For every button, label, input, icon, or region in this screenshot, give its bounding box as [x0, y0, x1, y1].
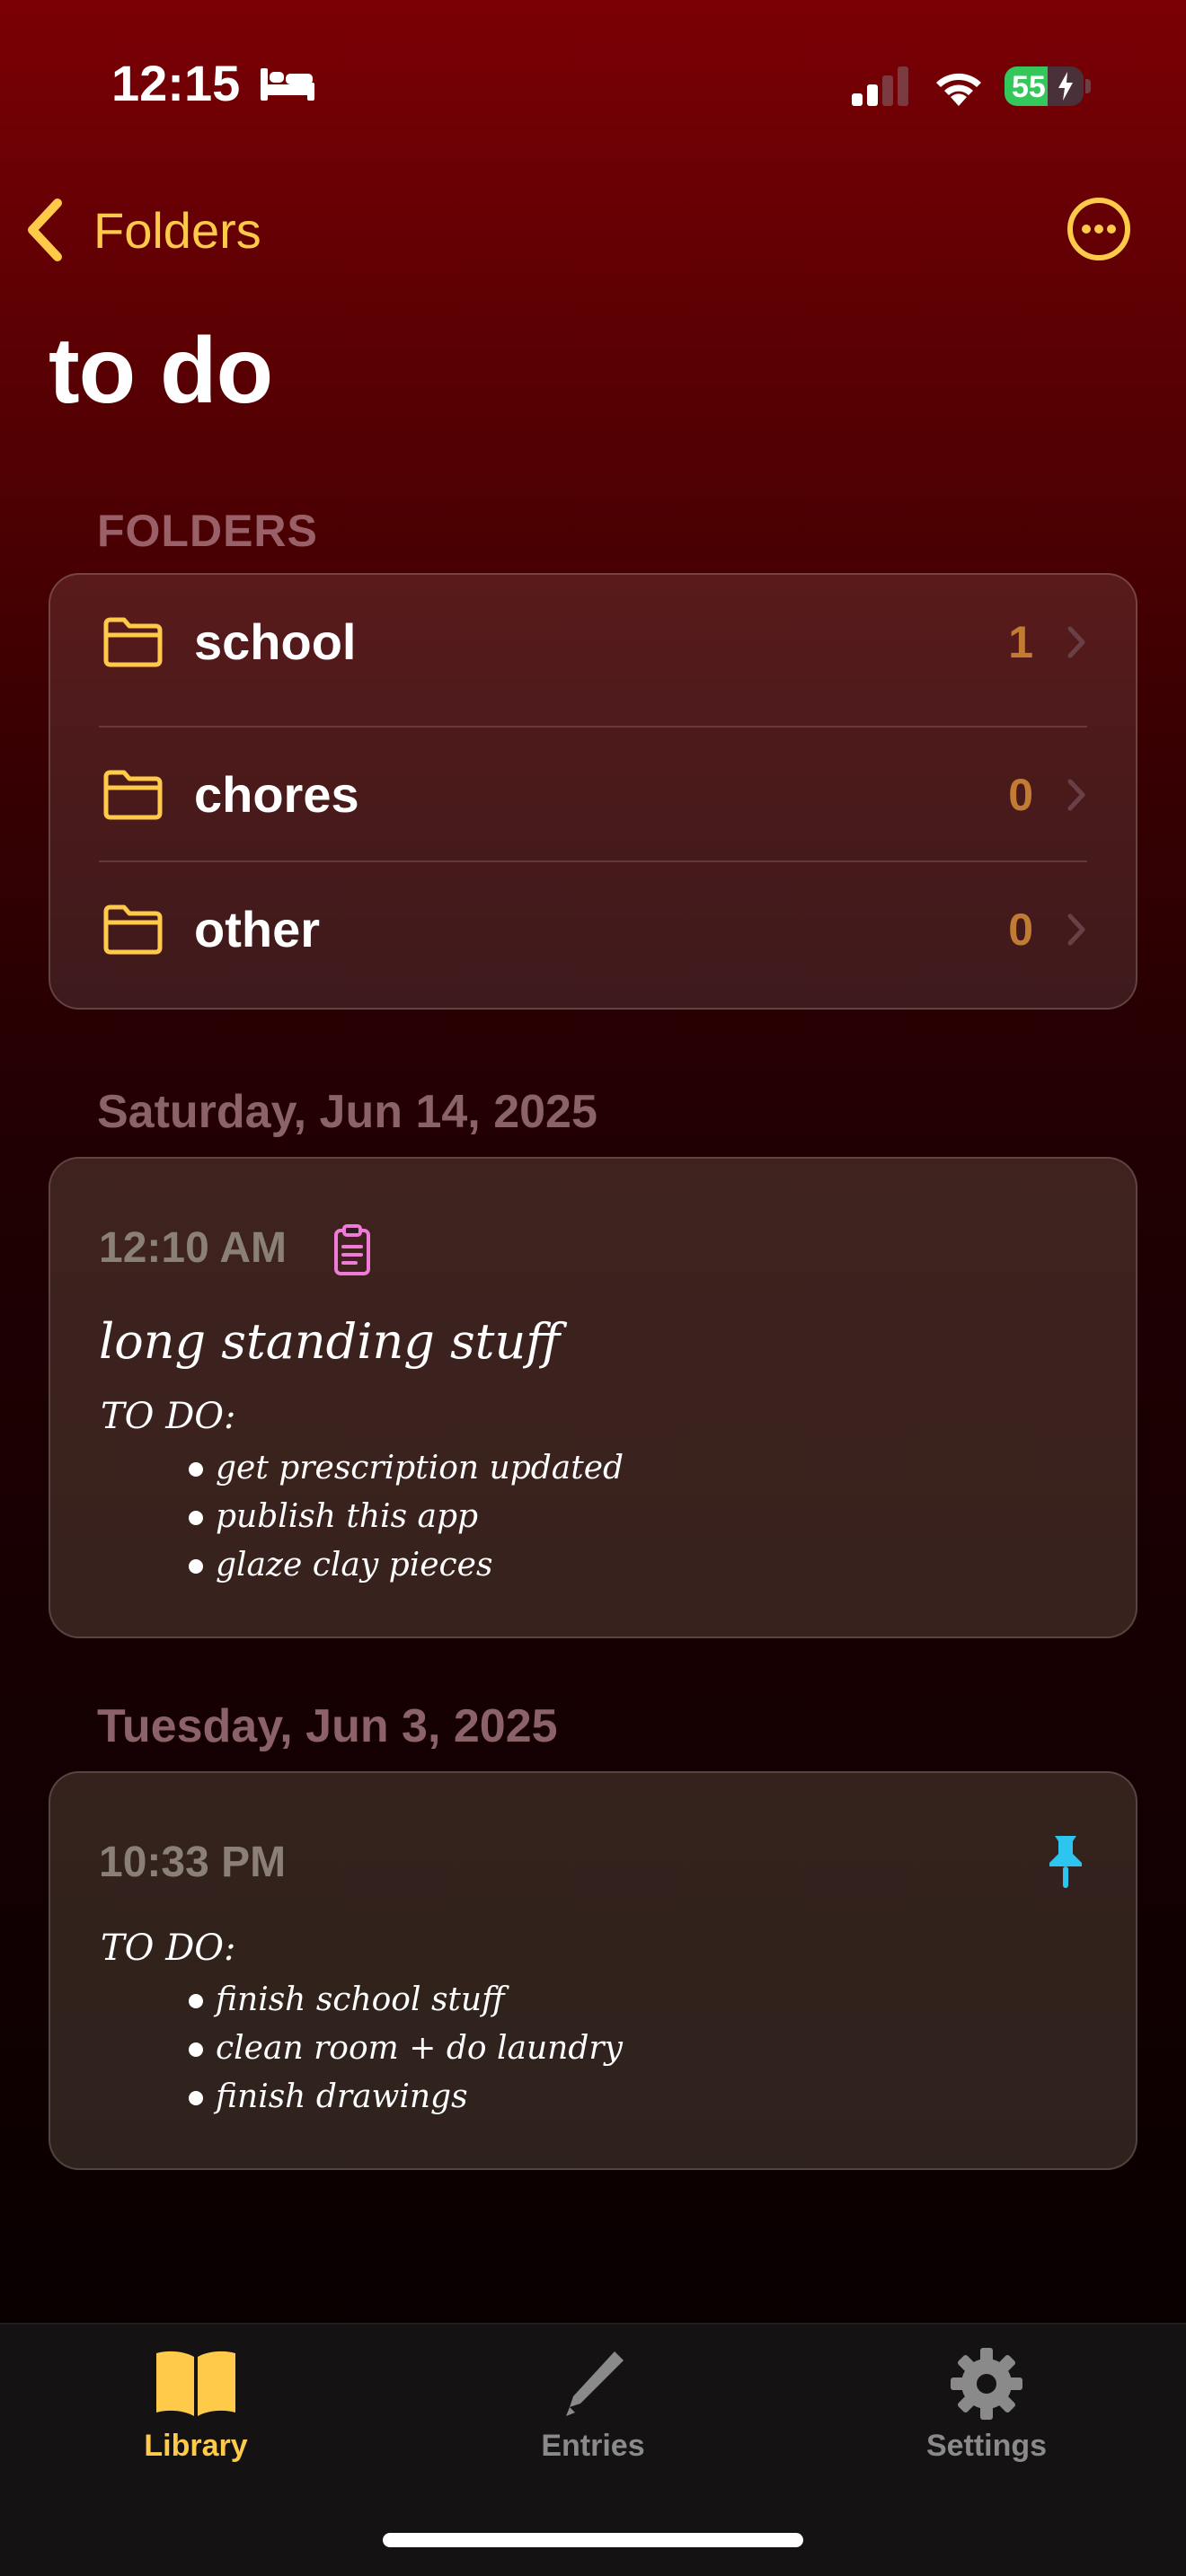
pin-icon	[1049, 1836, 1082, 1888]
home-indicator	[383, 2533, 803, 2547]
todo-item: finish school stuff	[189, 1976, 623, 2025]
folder-count: 0	[1008, 904, 1033, 955]
chevron-right-icon	[1067, 779, 1085, 810]
folders-list: school 1 chores 0 other 0	[49, 573, 1137, 1010]
entry-time: 12:10 AM	[99, 1224, 287, 1272]
charging-bolt-icon	[1058, 72, 1073, 101]
entry-title: long standing stuff	[99, 1313, 561, 1370]
todo-item: finish drawings	[189, 2073, 623, 2122]
sleep-focus-bed-icon	[261, 68, 314, 101]
folder-name: other	[194, 901, 320, 957]
cellular-signal-icon	[852, 66, 908, 106]
more-options-icon[interactable]	[1066, 196, 1132, 262]
battery-nub	[1085, 79, 1091, 93]
entry-date-header: Tuesday, Jun 3, 2025	[97, 1700, 558, 1752]
folder-icon	[103, 770, 163, 819]
entry-time: 10:33 PM	[99, 1839, 287, 1886]
todo-item: clean room + do laundry	[189, 2025, 623, 2073]
folder-row-other[interactable]: other 0	[50, 862, 1136, 996]
folder-count: 1	[1008, 616, 1033, 667]
folder-row-school[interactable]: school 1	[50, 575, 1136, 709]
folder-icon	[103, 617, 163, 666]
tab-label: Library	[144, 2429, 248, 2463]
folder-row-chores[interactable]: chores 0	[50, 728, 1136, 861]
todo-item: glaze clay pieces	[189, 1541, 624, 1590]
back-button-label: Folders	[93, 201, 261, 259]
chevron-left-icon	[28, 198, 62, 261]
entry-card[interactable]: 12:10 AM long standing stuff TO DO: get …	[49, 1157, 1137, 1638]
tab-label: Entries	[541, 2429, 645, 2463]
entry-date-header: Saturday, Jun 14, 2025	[97, 1086, 597, 1138]
folder-name: chores	[194, 766, 359, 823]
page-title: to do	[49, 319, 273, 423]
clipboard-icon	[334, 1224, 370, 1275]
tab-entries[interactable]: Entries	[485, 2335, 701, 2470]
folder-icon	[103, 904, 163, 954]
status-time: 12:15	[111, 55, 241, 111]
tab-label: Settings	[925, 2429, 1048, 2463]
battery-indicator: 55	[1005, 66, 1084, 106]
pencil-icon	[566, 2351, 624, 2416]
wifi-icon	[936, 73, 981, 106]
entry-card[interactable]: 10:33 PM TO DO: finish school stuff clea…	[49, 1771, 1137, 2170]
tab-library[interactable]: Library	[88, 2335, 304, 2470]
chevron-right-icon	[1067, 913, 1085, 945]
book-icon	[156, 2351, 235, 2416]
todo-list: get prescription updated publish this ap…	[189, 1444, 624, 1590]
entry-heading: TO DO:	[101, 1928, 236, 1969]
tab-settings[interactable]: Settings	[879, 2335, 1094, 2470]
folders-section-label: FOLDERS	[97, 506, 318, 556]
back-to-folders-button[interactable]: Folders	[23, 194, 261, 266]
todo-item: publish this app	[189, 1493, 624, 1541]
battery-level: 55	[1012, 70, 1046, 104]
gear-icon	[951, 2348, 1022, 2420]
folder-name: school	[194, 613, 357, 670]
chevron-right-icon	[1067, 626, 1085, 657]
folder-count: 0	[1008, 769, 1033, 820]
todo-item: get prescription updated	[189, 1444, 624, 1493]
entry-heading: TO DO:	[101, 1396, 236, 1437]
todo-list: finish school stuff clean room + do laun…	[189, 1976, 623, 2122]
